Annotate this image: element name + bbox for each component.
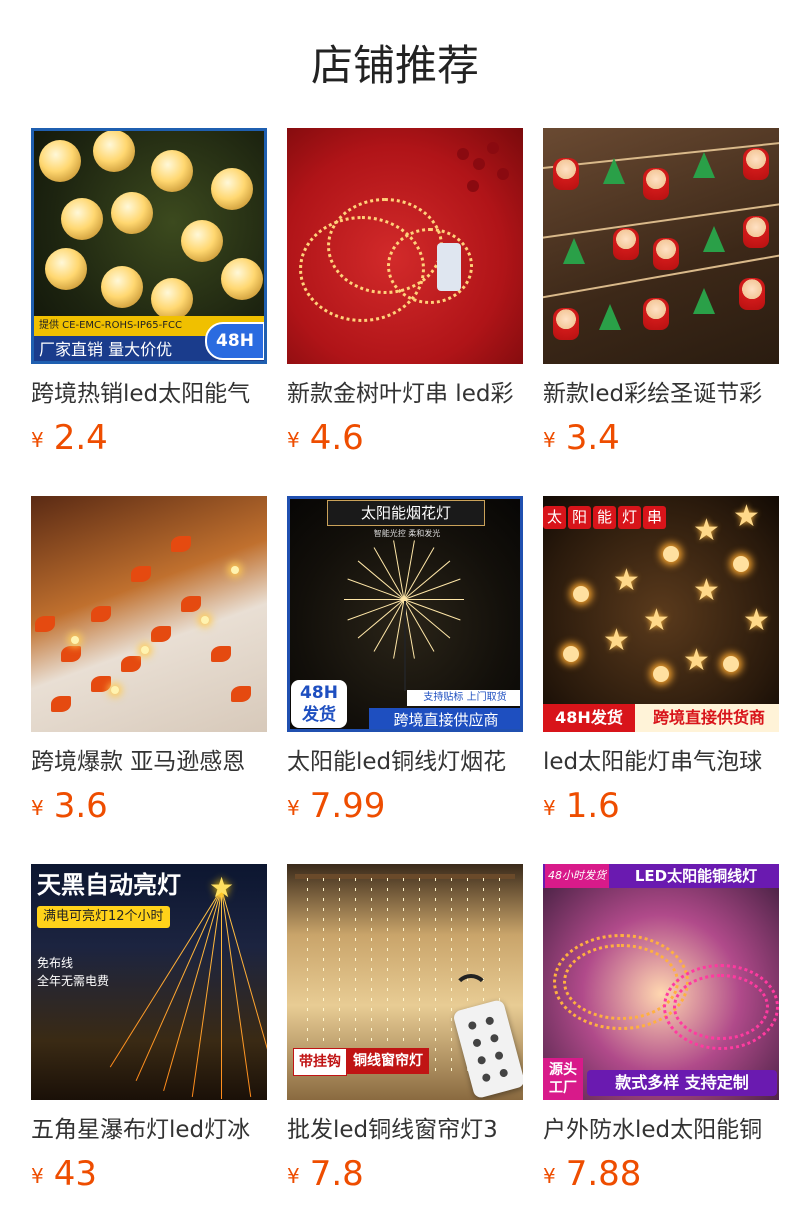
- remote-control-icon: [452, 998, 523, 1100]
- product-name[interactable]: 户外防水led太阳能铜: [543, 1114, 779, 1146]
- product-price: ¥3.6: [31, 788, 267, 830]
- price-value: 1.6: [565, 786, 620, 826]
- image-label: 太 阳 能 灯 串: [543, 506, 668, 529]
- price-value: 7.99: [309, 786, 386, 826]
- product-name[interactable]: 跨境热销led太阳能气: [31, 378, 267, 410]
- product-image[interactable]: [543, 128, 779, 364]
- promo-band: 48H发货 跨境直接供货商: [543, 704, 779, 732]
- image-tag: 满电可亮灯12个小时: [37, 906, 170, 928]
- price-value: 2.4: [53, 418, 108, 458]
- product-card[interactable]: 48小时发货 LED太阳能铜线灯 源头工厂 款式多样 支持定制 户外防水led太…: [543, 864, 779, 1198]
- product-price: ¥43: [31, 1156, 267, 1198]
- image-note: 免布线 全年无需电费: [37, 956, 110, 988]
- product-name[interactable]: 新款led彩绘圣诞节彩: [543, 378, 779, 410]
- product-image[interactable]: 提供 CE-EMC-ROHS-IP65-FCC 厂家直销 量大价优 48H: [31, 128, 267, 364]
- currency-symbol: ¥: [287, 796, 300, 820]
- product-image[interactable]: [31, 496, 267, 732]
- product-card[interactable]: 新款金树叶灯串 led彩 ¥4.6: [287, 128, 523, 462]
- image-title: 天黑自动亮灯: [37, 871, 181, 899]
- product-card[interactable]: ★ 天黑自动亮灯 满电可亮灯12个小时 免布线 全年无需电费 五角星瀑布灯led…: [31, 864, 267, 1198]
- product-price: ¥4.6: [287, 420, 523, 462]
- product-price: ¥1.6: [543, 788, 779, 830]
- price-value: 4.6: [309, 418, 364, 458]
- product-image[interactable]: 带挂钩 铜线窗帘灯: [287, 864, 523, 1100]
- product-card[interactable]: 跨境爆款 亚马逊感恩 ¥3.6: [31, 496, 267, 830]
- product-price: ¥7.8: [287, 1156, 523, 1198]
- price-value: 3.4: [565, 418, 620, 458]
- product-card[interactable]: 新款led彩绘圣诞节彩 ¥3.4: [543, 128, 779, 462]
- currency-symbol: ¥: [543, 428, 556, 452]
- product-price: ¥3.4: [543, 420, 779, 462]
- product-image[interactable]: 48小时发货 LED太阳能铜线灯 源头工厂 款式多样 支持定制: [543, 864, 779, 1100]
- currency-symbol: ¥: [543, 796, 556, 820]
- product-name[interactable]: 跨境爆款 亚马逊感恩: [31, 746, 267, 778]
- product-card[interactable]: 太 阳 能 灯 串 ★ ★ ★ ★ ★ ★ ★ ★ 48H发货 跨境直接供货商: [543, 496, 779, 830]
- price-value: 7.88: [565, 1154, 642, 1194]
- product-card[interactable]: 带挂钩 铜线窗帘灯 批发led铜线窗帘灯3 ¥7.8: [287, 864, 523, 1198]
- currency-symbol: ¥: [287, 1164, 300, 1188]
- shop-recommend-section: 店铺推荐 提供 CE-EMC-ROHS-IP65-FCC 厂家直销 量大价优 4…: [0, 0, 790, 1232]
- price-value: 7.8: [309, 1154, 364, 1194]
- image-label: 带挂钩 铜线窗帘灯: [293, 1048, 429, 1076]
- product-image[interactable]: [287, 128, 523, 364]
- product-name[interactable]: led太阳能灯串气泡球: [543, 746, 779, 778]
- product-image[interactable]: ★ 天黑自动亮灯 满电可亮灯12个小时 免布线 全年无需电费: [31, 864, 267, 1100]
- currency-symbol: ¥: [287, 428, 300, 452]
- image-header: 48小时发货 LED太阳能铜线灯: [543, 864, 779, 888]
- source-factory-tag: 源头工厂: [543, 1058, 583, 1100]
- price-value: 3.6: [53, 786, 108, 826]
- product-price: ¥7.99: [287, 788, 523, 830]
- price-value: 43: [53, 1154, 97, 1194]
- product-price: ¥7.88: [543, 1156, 779, 1198]
- product-name[interactable]: 批发led铜线窗帘灯3: [287, 1114, 523, 1146]
- promo-band: 款式多样 支持定制: [587, 1070, 777, 1096]
- currency-symbol: ¥: [31, 1164, 44, 1188]
- product-image[interactable]: 太阳能烟花灯 智能光控 柔和发光 支持贴标 上门取货 48H 发货 跨境直接供应…: [287, 496, 523, 732]
- product-card[interactable]: 太阳能烟花灯 智能光控 柔和发光 支持贴标 上门取货 48H 发货 跨境直接供应…: [287, 496, 523, 830]
- product-name[interactable]: 太阳能led铜线灯烟花: [287, 746, 523, 778]
- product-name[interactable]: 新款金树叶灯串 led彩: [287, 378, 523, 410]
- product-image[interactable]: 太 阳 能 灯 串 ★ ★ ★ ★ ★ ★ ★ ★ 48H发货 跨境直接供货商: [543, 496, 779, 732]
- currency-symbol: ¥: [31, 428, 44, 452]
- product-card[interactable]: 提供 CE-EMC-ROHS-IP65-FCC 厂家直销 量大价优 48H 跨境…: [31, 128, 267, 462]
- section-title: 店铺推荐: [310, 41, 479, 90]
- product-price: ¥2.4: [31, 420, 267, 462]
- product-name[interactable]: 五角星瀑布灯led灯冰: [31, 1114, 267, 1146]
- currency-symbol: ¥: [543, 1164, 556, 1188]
- currency-symbol: ¥: [31, 796, 44, 820]
